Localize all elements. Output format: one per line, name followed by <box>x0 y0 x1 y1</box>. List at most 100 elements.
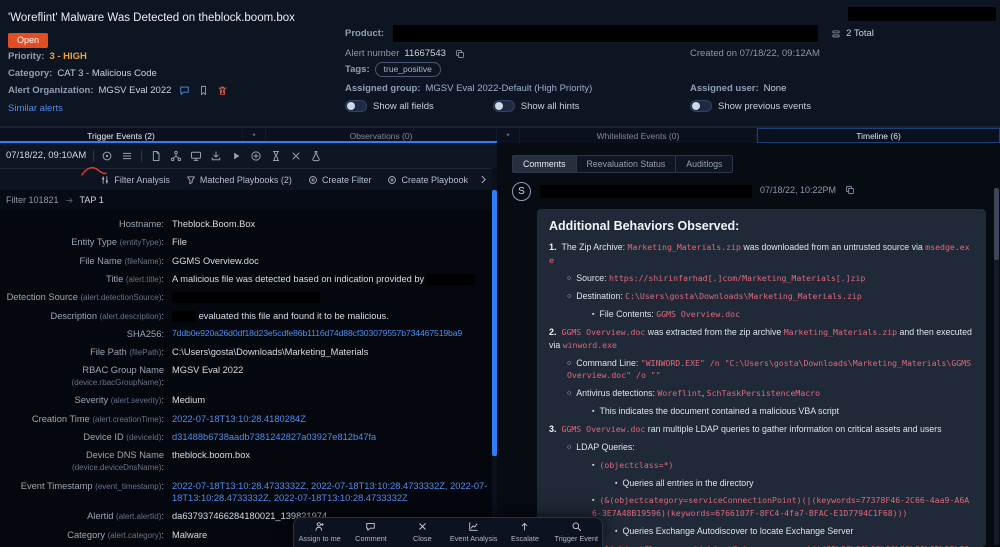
comment-item: 1.The Zip Archive: Marketing_Materials.z… <box>549 241 974 267</box>
comment-item: ▪Queries all entries in the directory <box>549 477 974 490</box>
field-list: Hostname:Theblock.Boom.BoxEntity Type (e… <box>0 210 497 547</box>
flask-icon[interactable] <box>310 150 322 162</box>
action-escalate[interactable]: Escalate <box>499 518 550 547</box>
action-label: Create Filter <box>322 175 372 185</box>
code-span: Marketing_Materials.zip <box>628 242 741 252</box>
field-row-file-path: File Path (filePath): C:\Users\gosta\Down… <box>0 343 497 361</box>
comment-heading: Additional Behaviors Observed: <box>549 219 974 233</box>
code-span: Woreflint <box>657 388 701 398</box>
left-scrollbar-thumb[interactable] <box>492 190 497 456</box>
bullet: ▪ <box>592 497 594 504</box>
field-row-creation-time: Creation Time (alert.creationTime):2022-… <box>0 410 497 428</box>
bullet: 3. <box>549 424 557 434</box>
trigger-event-icon <box>571 521 582 532</box>
field-link[interactable]: d31488b6738aadb7381242827a03927e812b47fa <box>172 432 376 442</box>
tag-pill[interactable]: true_positive <box>375 62 441 77</box>
copy-alert-number-icon[interactable] <box>455 49 465 59</box>
text-span: ran multiple LDAP queries to gather info… <box>645 424 941 434</box>
event-toolbar: 07/18/22, 09:10AM <box>0 143 497 168</box>
assigned-user-label: Assigned user: <box>690 83 759 94</box>
download-icon[interactable] <box>210 150 222 162</box>
tab-comments[interactable]: Comments <box>512 155 577 173</box>
list-icon[interactable] <box>121 150 133 162</box>
bookmark-icon[interactable] <box>198 85 209 96</box>
comment-item: ▪(&(objectClass=user)(objectCategory=per… <box>549 543 974 547</box>
assigned-user-row: Assigned user: None <box>690 83 786 94</box>
field-link[interactable]: 2022-07-18T13:10:28.4180284Z <box>172 414 306 424</box>
action-assign-to-me[interactable]: Assign to me <box>294 518 345 547</box>
filter-breadcrumb: Filter 101821 TAP 1 <box>0 190 497 210</box>
create-filter-button[interactable]: Create Filter <box>308 175 372 185</box>
field-key: Detection Source (alert.detectionSource)… <box>0 291 164 304</box>
field-row-device-id: Device ID (deviceId):d31488b6738aadb7381… <box>0 428 497 446</box>
code-span: SchTaskPersistenceMacro <box>707 388 820 398</box>
action-trigger-event[interactable]: Trigger Event <box>551 518 602 547</box>
action-close[interactable]: Close <box>397 518 448 547</box>
show-all-hints-toggle[interactable] <box>493 100 515 112</box>
field-key-sub: (filePath) <box>129 348 161 357</box>
create-playbook-button[interactable]: Create Playbook <box>387 175 468 185</box>
text-span: File Contents: <box>599 309 656 319</box>
assigned-group-label: Assigned group: <box>345 83 420 94</box>
action-comment[interactable]: Comment <box>345 518 396 547</box>
tab-star-2[interactable]: * <box>497 128 520 143</box>
comment-icon <box>365 521 376 532</box>
delete-icon[interactable] <box>217 85 228 96</box>
filter-id[interactable]: Filter 101821 <box>6 195 59 205</box>
play-icon[interactable] <box>230 150 242 162</box>
right-scrollbar-thumb[interactable] <box>994 188 999 260</box>
alert-number-label: Alert number <box>345 48 399 59</box>
event-timestamp-label[interactable]: 07/18/22, 09:10AM <box>6 150 86 161</box>
text-span: was downloaded from an untrusted source … <box>741 242 925 252</box>
process-tree-icon[interactable] <box>170 150 182 162</box>
field-key-sub: (device.rbacGroupName) <box>72 378 162 387</box>
category-row: Category: CAT 3 - Malicious Code <box>8 68 157 79</box>
tab-timeline[interactable]: Timeline (6) <box>757 128 1000 143</box>
copy-timestamp-icon[interactable] <box>845 185 855 195</box>
field-key: Description (alert.description): <box>0 310 164 323</box>
show-previous-events-group: Show previous events <box>690 100 811 112</box>
field-value: Medium <box>172 394 490 407</box>
document-icon[interactable] <box>150 150 162 162</box>
monitor-icon[interactable] <box>190 150 202 162</box>
field-value: 2022-07-18T13:10:28.4733332Z, 2022-07-18… <box>172 480 490 505</box>
close-icon[interactable] <box>290 150 302 162</box>
tab-reevaluation-status[interactable]: Reevaluation Status <box>576 155 677 173</box>
field-key: File Path (filePath): <box>0 346 164 359</box>
escalate-icon <box>519 521 530 532</box>
add-icon[interactable] <box>250 150 262 162</box>
hourglass-icon[interactable] <box>270 150 282 162</box>
field-value: MGSV Eval 2022 <box>172 364 490 388</box>
org-label: Alert Organization: <box>8 85 94 96</box>
funnel-icon <box>186 175 196 185</box>
field-key: Event Timestamp (event_timestamp): <box>0 480 164 505</box>
tab-whitelisted-events[interactable]: Whitelisted Events (0) <box>520 128 757 143</box>
bullet: ▪ <box>592 408 594 415</box>
chevron-right-icon[interactable] <box>478 174 489 185</box>
status-badge: Open <box>8 33 48 48</box>
status-badge-row: Open <box>8 30 48 48</box>
bullet: 2. <box>549 327 557 337</box>
alert-number-value: 11667543 <box>404 48 446 59</box>
tap-label[interactable]: TAP 1 <box>80 195 104 205</box>
bullet: ▪ <box>615 528 617 535</box>
filter-analysis-button[interactable]: Filter Analysis <box>100 175 170 185</box>
code-span: GGMS Overview.doc <box>656 309 740 319</box>
field-link[interactable]: 7ddb0e920a26d0df18d23e5cdfe86b1116d74d88… <box>172 328 462 338</box>
show-previous-events-toggle[interactable] <box>690 100 712 112</box>
comments-icon[interactable] <box>179 85 190 96</box>
similar-alerts-link[interactable]: Similar alerts <box>8 103 63 114</box>
action-event-analysis[interactable]: Event Analysis <box>448 518 499 547</box>
add-icon <box>387 175 397 185</box>
show-all-fields-toggle[interactable] <box>345 100 367 112</box>
field-key: Title (alert.title): <box>0 273 164 286</box>
target-icon[interactable] <box>101 150 113 162</box>
assign-user-icon <box>314 521 325 532</box>
field-value: 2022-07-18T13:10:28.4180284Z <box>172 413 490 426</box>
field-link[interactable]: 2022-07-18T13:10:28.4733332Z, 2022-07-18… <box>172 481 487 504</box>
matched-playbooks-button[interactable]: Matched Playbooks (2) <box>186 175 292 185</box>
tab-auditlogs[interactable]: Auditlogs <box>675 155 733 173</box>
field-text: C:\Users\gosta\Downloads\Marketing_Mater… <box>172 347 368 357</box>
code-span: GGMS Overview.doc <box>562 424 646 434</box>
field-key-sub: (alert.detectionSource) <box>80 293 161 302</box>
